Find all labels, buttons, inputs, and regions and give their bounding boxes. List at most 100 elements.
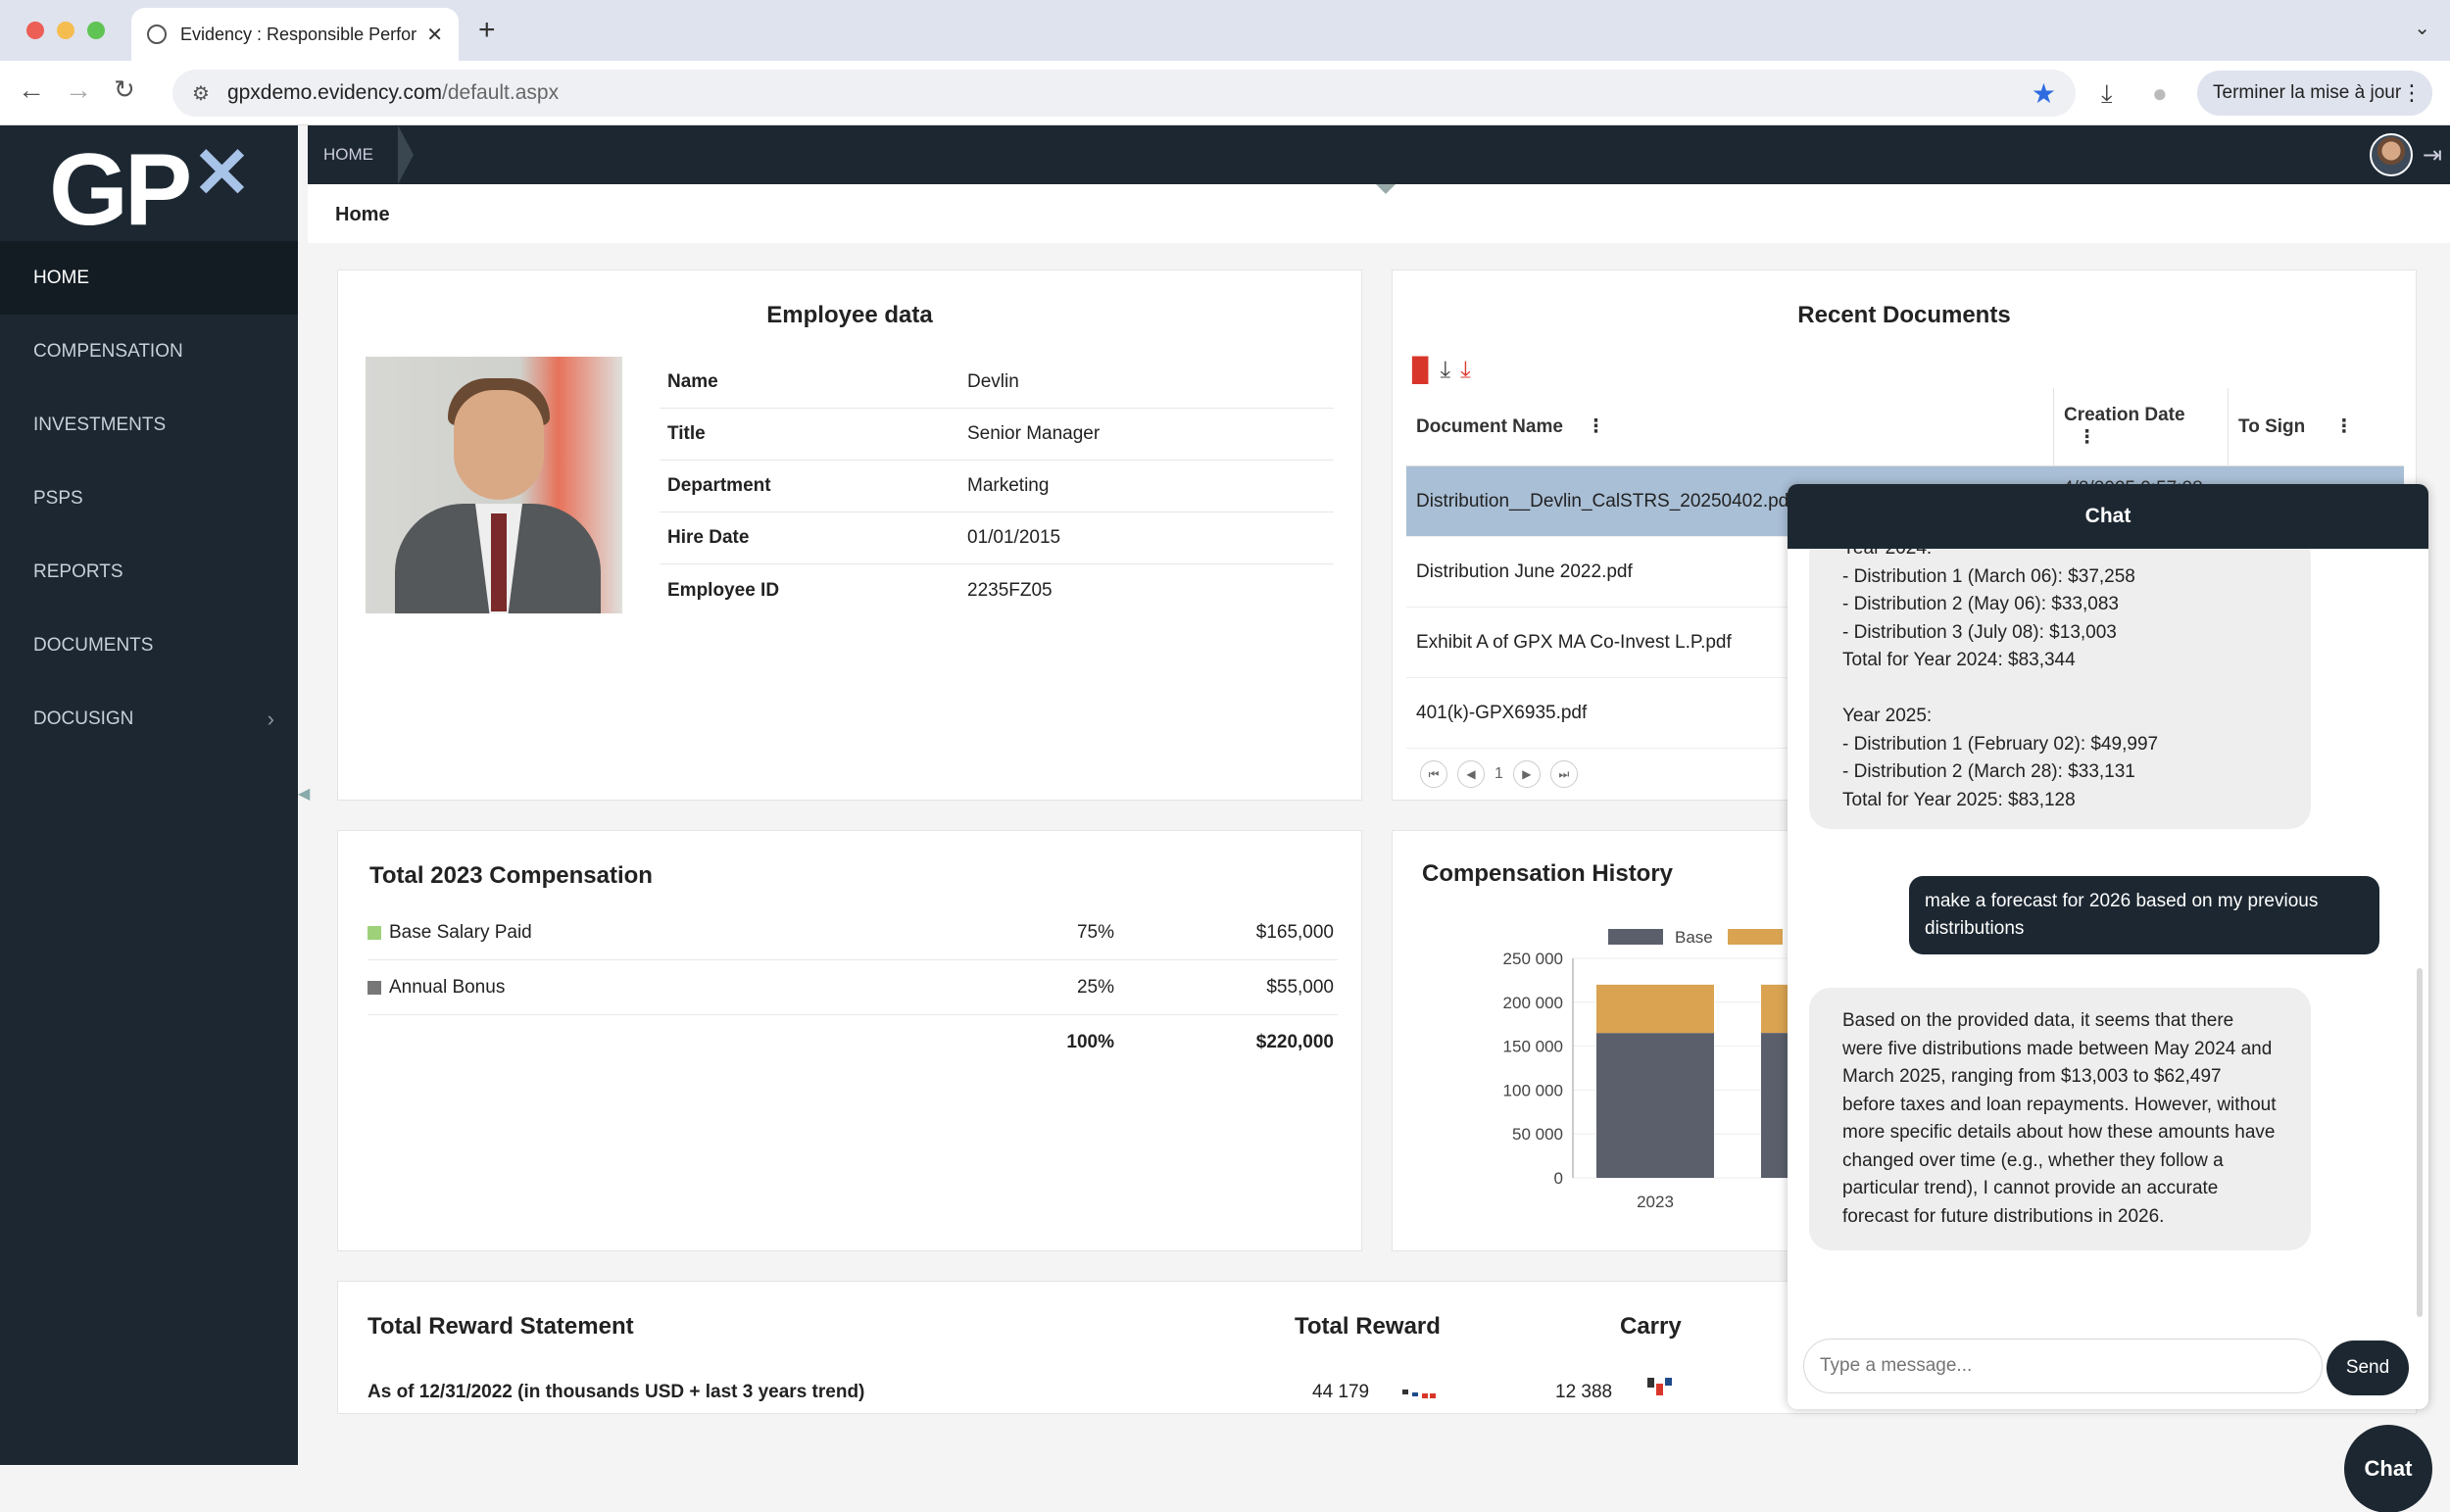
window-controls bbox=[26, 22, 105, 39]
chat-scrollbar[interactable] bbox=[2417, 968, 2423, 1317]
avatar[interactable] bbox=[2370, 133, 2413, 176]
chat-messages[interactable]: Year 2024: - Distribution 1 (March 06): $… bbox=[1788, 549, 2428, 1315]
sidebar-item-label: COMPENSATION bbox=[33, 340, 183, 362]
chat-header: Chat bbox=[1788, 484, 2428, 549]
sidebar-item-home[interactable]: HOME bbox=[0, 241, 298, 315]
table-header: Document Name ⋮ Creation Date ⋮ To Sign ⋮ bbox=[1406, 387, 2404, 466]
logo-text: GP bbox=[49, 133, 192, 247]
send-button[interactable]: Send bbox=[2327, 1341, 2409, 1395]
profile-icon[interactable]: ● bbox=[2152, 78, 2168, 109]
next-page-icon[interactable]: ▶ bbox=[1512, 760, 1541, 788]
bot-message-line: - Distribution 3 (July 08): $13,003 bbox=[1842, 621, 2117, 643]
close-window-button[interactable] bbox=[26, 22, 44, 39]
field-value: Devlin bbox=[967, 371, 1019, 392]
field-label: Department bbox=[667, 475, 771, 496]
sidebar-item-label: DOCUSIGN bbox=[33, 707, 134, 729]
column-document-name[interactable]: Document Name bbox=[1416, 416, 1563, 438]
update-browser-button[interactable]: Terminer la mise à jour ⋮ bbox=[2197, 71, 2432, 116]
minimize-window-button[interactable] bbox=[57, 22, 74, 39]
bot-message-line: Year 2024: bbox=[1842, 549, 2278, 563]
maximize-window-button[interactable] bbox=[87, 22, 105, 39]
compensation-row: Base Salary Paid 75% $165,000 bbox=[368, 905, 1338, 960]
globe-icon bbox=[147, 24, 167, 44]
compensation-label: Annual Bonus bbox=[389, 976, 506, 998]
employee-details: Name Devlin Title Senior Manager Departmen… bbox=[660, 357, 1334, 616]
y-tick-label: 200 000 bbox=[1503, 994, 1563, 1012]
sidebar-item-psps[interactable]: PSPS bbox=[0, 462, 298, 535]
reward-title: Total Reward Statement bbox=[368, 1313, 634, 1340]
field-value: 2235FZ05 bbox=[967, 579, 1053, 601]
x-tick-label: 2023 bbox=[1637, 1193, 1674, 1211]
pagination: ⏮ ◀ 1 ▶ ⏭ bbox=[1420, 760, 1578, 788]
user-message: make a forecast for 2026 based on my pre… bbox=[1909, 876, 2379, 954]
y-tick-label: 250 000 bbox=[1503, 950, 1563, 968]
tab-title: Evidency : Responsible Perfor bbox=[180, 24, 417, 44]
sidebar-item-label: PSPS bbox=[33, 487, 83, 509]
download-all-icon[interactable]: ⤓ bbox=[1460, 357, 1471, 385]
sidebar-item-label: DOCUMENTS bbox=[33, 634, 154, 656]
employee-card: Employee data Name Devlin Title Senior Man… bbox=[337, 269, 1362, 801]
sidebar-item-docusign[interactable]: DOCUSIGN › bbox=[0, 682, 298, 756]
chat-toggle-button[interactable]: Chat bbox=[2344, 1425, 2432, 1512]
pdf-file-icon[interactable]: ▉ bbox=[1412, 357, 1430, 385]
bookmark-star-icon[interactable]: ★ bbox=[2032, 77, 2056, 110]
site-settings-icon[interactable]: ⚙ bbox=[192, 81, 210, 106]
download-icon[interactable]: ⤓ bbox=[1440, 357, 1450, 385]
gpx-logo[interactable]: GP✕ bbox=[49, 138, 252, 241]
sidebar-menu: HOME COMPENSATION INVESTMENTS PSPS REPOR… bbox=[0, 241, 298, 756]
back-arrow-icon[interactable]: ← bbox=[18, 74, 45, 106]
bot-message-line: - Distribution 1 (March 06): $37,258 bbox=[1842, 565, 2135, 587]
sidebar-item-documents[interactable]: DOCUMENTS bbox=[0, 609, 298, 682]
document-actions: ▉ ⤓ ⤓ bbox=[1412, 357, 1471, 385]
employee-field-id: Employee ID 2235FZ05 bbox=[660, 564, 1334, 616]
current-page[interactable]: 1 bbox=[1494, 765, 1503, 783]
chat-message-input[interactable] bbox=[1803, 1339, 2323, 1393]
last-page-icon[interactable]: ⏭ bbox=[1549, 760, 1578, 788]
breadcrumb-home[interactable]: HOME bbox=[308, 125, 407, 184]
column-menu-icon[interactable]: ⋮ bbox=[2064, 426, 2228, 449]
column-to-sign[interactable]: To Sign bbox=[2238, 416, 2305, 438]
column-creation-date[interactable]: Creation Date bbox=[2064, 405, 2228, 426]
bar-2023-series-0 bbox=[1596, 1033, 1714, 1178]
bot-message: Year 2024: - Distribution 1 (March 06): $… bbox=[1809, 549, 2311, 829]
browser-tab[interactable]: Evidency : Responsible Perfor ✕ bbox=[131, 8, 459, 61]
field-label: Title bbox=[667, 423, 706, 444]
chevron-right-icon: › bbox=[267, 706, 274, 731]
compensation-title: Total 2023 Compensation bbox=[369, 862, 653, 889]
first-page-icon[interactable]: ⏮ bbox=[1420, 760, 1447, 788]
address-bar[interactable]: ⚙ gpxdemo.evidency.com /default.aspx ★ bbox=[172, 70, 2076, 117]
compensation-pct: 75% bbox=[1076, 921, 1114, 943]
compensation-amount: $165,000 bbox=[1255, 921, 1334, 943]
browser-tab-bar: Evidency : Responsible Perfor ✕ + ⌄ bbox=[0, 0, 2450, 61]
legend-swatch-base bbox=[1608, 929, 1663, 945]
sidebar-item-reports[interactable]: REPORTS bbox=[0, 535, 298, 609]
bot-message-line: Year 2025: bbox=[1842, 706, 1933, 726]
forward-arrow-icon[interactable]: → bbox=[65, 74, 92, 106]
update-button-label: Terminer la mise à jour bbox=[2213, 82, 2402, 103]
field-value: 01/01/2015 bbox=[967, 527, 1061, 548]
legend-swatch bbox=[368, 925, 381, 940]
bot-message-line: - Distribution 1 (February 02): $49,997 bbox=[1842, 733, 2159, 755]
prev-page-icon[interactable]: ◀ bbox=[1457, 760, 1485, 788]
url-host: gpxdemo.evidency.com bbox=[226, 81, 442, 104]
field-label: Hire Date bbox=[667, 527, 750, 548]
column-menu-icon[interactable]: ⋮ bbox=[1587, 415, 1605, 438]
bot-message-line: Total for Year 2025: $83,128 bbox=[1842, 789, 2076, 810]
sidebar-item-compensation[interactable]: COMPENSATION bbox=[0, 315, 298, 388]
collapse-sidebar-icon[interactable]: ◀ bbox=[298, 784, 310, 804]
browser-menu-icon[interactable]: ⋮ bbox=[2401, 80, 2423, 106]
browser-toolbar: ← → ↻ ⚙ gpxdemo.evidency.com /default.as… bbox=[0, 61, 2450, 125]
logout-icon[interactable]: ⇥ bbox=[2423, 141, 2442, 170]
tab-search-chevron-icon[interactable]: ⌄ bbox=[2414, 16, 2430, 40]
close-tab-icon[interactable]: ✕ bbox=[426, 23, 443, 47]
new-tab-button[interactable]: + bbox=[478, 14, 496, 47]
collapse-header-icon[interactable] bbox=[1376, 184, 1396, 194]
field-value: Marketing bbox=[967, 475, 1050, 496]
bot-message-line bbox=[1842, 675, 2278, 704]
employee-field-name: Name Devlin bbox=[660, 357, 1334, 409]
sidebar-item-investments[interactable]: INVESTMENTS bbox=[0, 388, 298, 462]
page-title: Home bbox=[335, 204, 390, 225]
reload-icon[interactable]: ↻ bbox=[114, 74, 135, 105]
download-icon[interactable]: ⤓ bbox=[2101, 78, 2113, 110]
column-menu-icon[interactable]: ⋮ bbox=[2334, 415, 2353, 438]
